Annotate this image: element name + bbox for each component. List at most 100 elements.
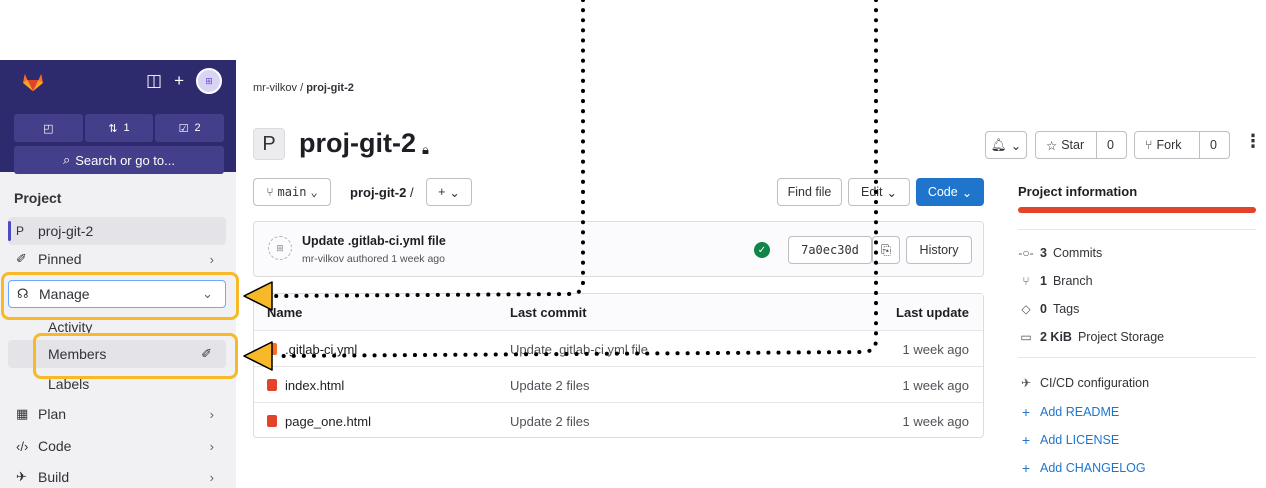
file-name[interactable]: .gitlab-ci.yml bbox=[285, 342, 357, 357]
fork-count: 0 bbox=[1210, 138, 1217, 152]
sidebar-toggle-icon[interactable]: ◫ bbox=[146, 69, 162, 93]
file-commit[interactable]: Update 2 files bbox=[510, 378, 590, 393]
sidebar-item-plan[interactable]: ▦ Plan › bbox=[8, 400, 226, 428]
rocket-icon: ✈ bbox=[16, 469, 27, 484]
cicd-config-link[interactable]: ✈ CI/CD configuration bbox=[1018, 376, 1149, 390]
add-changelog-link[interactable]: + Add CHANGELOG bbox=[1018, 460, 1146, 476]
find-file-button[interactable]: Find file bbox=[777, 178, 842, 206]
branch-icon: ⑂ bbox=[1022, 274, 1030, 288]
plus-icon: + bbox=[1021, 404, 1031, 420]
repo-path-root[interactable]: proj-git-2 bbox=[350, 185, 406, 200]
commit-author-avatar[interactable]: ⊞ bbox=[268, 236, 292, 260]
storage-link[interactable]: ▭ 2 KiB Project Storage bbox=[1018, 330, 1164, 344]
issues-icon: ◰ bbox=[43, 122, 54, 135]
chevron-right-icon: › bbox=[209, 406, 214, 422]
chevron-down-icon: ⌄ bbox=[1010, 138, 1022, 153]
copy-sha-icon[interactable]: ⎘ bbox=[872, 236, 900, 264]
pipeline-passed-icon[interactable]: ✓ bbox=[754, 242, 770, 258]
breadcrumb-separator: / bbox=[300, 82, 304, 94]
column-name: Name bbox=[267, 305, 303, 320]
more-actions-icon[interactable]: ⋮ bbox=[1244, 131, 1262, 152]
project-avatar: P bbox=[253, 128, 285, 160]
star-button[interactable]: ☆ Star 0 bbox=[1035, 131, 1127, 159]
chevron-down-icon: ⌄ bbox=[449, 185, 460, 200]
breadcrumb-owner[interactable]: mr-vilkov bbox=[253, 82, 297, 94]
chevron-down-icon: ⌄ bbox=[961, 185, 973, 200]
merge-requests-counter-button[interactable]: ⇅ 1 bbox=[84, 114, 154, 142]
commit-icon: -○- bbox=[1018, 246, 1034, 260]
edit-dropdown[interactable]: Edit ⌄ bbox=[848, 178, 910, 206]
commits-count: 3 bbox=[1040, 246, 1047, 260]
chevron-right-icon: › bbox=[209, 469, 214, 485]
chevron-right-icon: › bbox=[209, 251, 214, 267]
tags-label: Tags bbox=[1052, 302, 1080, 316]
create-new-icon[interactable]: + bbox=[174, 69, 184, 93]
file-commit[interactable]: Update 2 files bbox=[510, 414, 590, 429]
repo-path-separator: / bbox=[409, 185, 414, 200]
file-name[interactable]: index.html bbox=[285, 378, 344, 393]
file-table: Name Last commit Last update .gitlab-ci.… bbox=[253, 293, 984, 438]
merge-requests-count: 1 bbox=[123, 122, 130, 134]
branch-dropdown[interactable]: ⑂ main ⌄ bbox=[253, 178, 331, 206]
sidebar-section-title: Project bbox=[14, 190, 62, 206]
cicd-label: CI/CD configuration bbox=[1040, 376, 1150, 390]
storage-size: 2 KiB bbox=[1040, 330, 1072, 344]
language-bar bbox=[1018, 207, 1256, 213]
user-avatar[interactable]: ⊞ bbox=[196, 68, 222, 94]
table-row[interactable]: .gitlab-ci.yml Update .gitlab-ci.yml fil… bbox=[254, 330, 983, 366]
add-to-tree-button[interactable]: + ⌄ bbox=[426, 178, 472, 206]
branch-label: Branch bbox=[1052, 274, 1093, 288]
sidebar-item-code[interactable]: ‹/› Code › bbox=[8, 432, 226, 460]
branches-link[interactable]: ⑂ 1 Branch bbox=[1018, 274, 1093, 288]
breadcrumb: mr-vilkov / proj-git-2 bbox=[253, 82, 354, 94]
page-title: proj-git-2 bbox=[299, 128, 416, 158]
sidebar-item-label: Plan bbox=[38, 406, 67, 422]
todos-count: 2 bbox=[194, 122, 201, 134]
file-name[interactable]: page_one.html bbox=[285, 414, 371, 429]
breadcrumb-project[interactable]: proj-git-2 bbox=[306, 82, 354, 94]
storage-label: Project Storage bbox=[1077, 330, 1165, 344]
project-info-title: Project information bbox=[1018, 184, 1138, 199]
commit-title[interactable]: Update .gitlab-ci.yml file bbox=[302, 234, 446, 248]
commits-link[interactable]: -○- 3 Commits bbox=[1018, 246, 1102, 260]
sidebar-item-build[interactable]: ✈ Build › bbox=[8, 463, 226, 488]
language-bar-fill bbox=[1018, 207, 1256, 213]
todos-counter-button[interactable]: ☑ 2 bbox=[155, 114, 225, 142]
history-button[interactable]: History bbox=[906, 236, 972, 264]
file-date: 1 week ago bbox=[902, 378, 970, 393]
add-readme-link[interactable]: + Add README bbox=[1018, 404, 1119, 420]
notifications-button[interactable]: 🔔︎ ⌄ bbox=[985, 131, 1027, 159]
commit-meta: mr-vilkov authored 1 week ago bbox=[302, 253, 445, 265]
todo-icon: ☑ bbox=[178, 122, 189, 135]
sidebar-item-project[interactable]: P proj-git-2 bbox=[8, 217, 226, 245]
issues-counter-button[interactable]: ◰ bbox=[14, 114, 83, 142]
table-row[interactable]: page_one.html Update 2 files 1 week ago bbox=[254, 402, 983, 438]
sidebar-item-pinned[interactable]: ✐ Pinned › bbox=[8, 245, 226, 273]
tags-link[interactable]: ◇ 0 Tags bbox=[1018, 302, 1079, 316]
add-readme-label: Add README bbox=[1040, 405, 1120, 419]
fork-button[interactable]: ⑂ Fork 0 bbox=[1134, 131, 1230, 159]
star-label: Star bbox=[1061, 138, 1085, 152]
add-license-link[interactable]: + Add LICENSE bbox=[1018, 432, 1119, 448]
file-commit[interactable]: Update .gitlab-ci.yml file bbox=[510, 342, 648, 357]
chevron-down-icon: ⌄ bbox=[886, 185, 898, 200]
gitlab-logo-icon[interactable] bbox=[22, 72, 44, 92]
star-count: 0 bbox=[1107, 138, 1114, 152]
code-label: Code bbox=[927, 185, 958, 199]
rocket-icon: ✈ bbox=[1020, 376, 1032, 390]
code-dropdown[interactable]: Code ⌄ bbox=[916, 178, 984, 206]
branch-count: 1 bbox=[1040, 274, 1047, 288]
fork-icon: ⑂ bbox=[1145, 138, 1153, 152]
repo-path: proj-git-2 / bbox=[350, 185, 414, 200]
commit-sha-button[interactable]: 7a0ec30d bbox=[788, 236, 872, 264]
search-button[interactable]: ⌕ Search or go to... bbox=[14, 146, 224, 174]
code-icon: ‹/› bbox=[16, 438, 29, 454]
branch-name: main bbox=[277, 185, 307, 199]
add-changelog-label: Add CHANGELOG bbox=[1040, 461, 1146, 475]
file-date: 1 week ago bbox=[902, 414, 970, 429]
column-last-update: Last update bbox=[896, 305, 969, 320]
search-label: Search or go to... bbox=[75, 152, 175, 168]
divider bbox=[1018, 357, 1256, 358]
table-header: Name Last commit Last update bbox=[254, 294, 983, 330]
table-row[interactable]: index.html Update 2 files 1 week ago bbox=[254, 366, 983, 402]
